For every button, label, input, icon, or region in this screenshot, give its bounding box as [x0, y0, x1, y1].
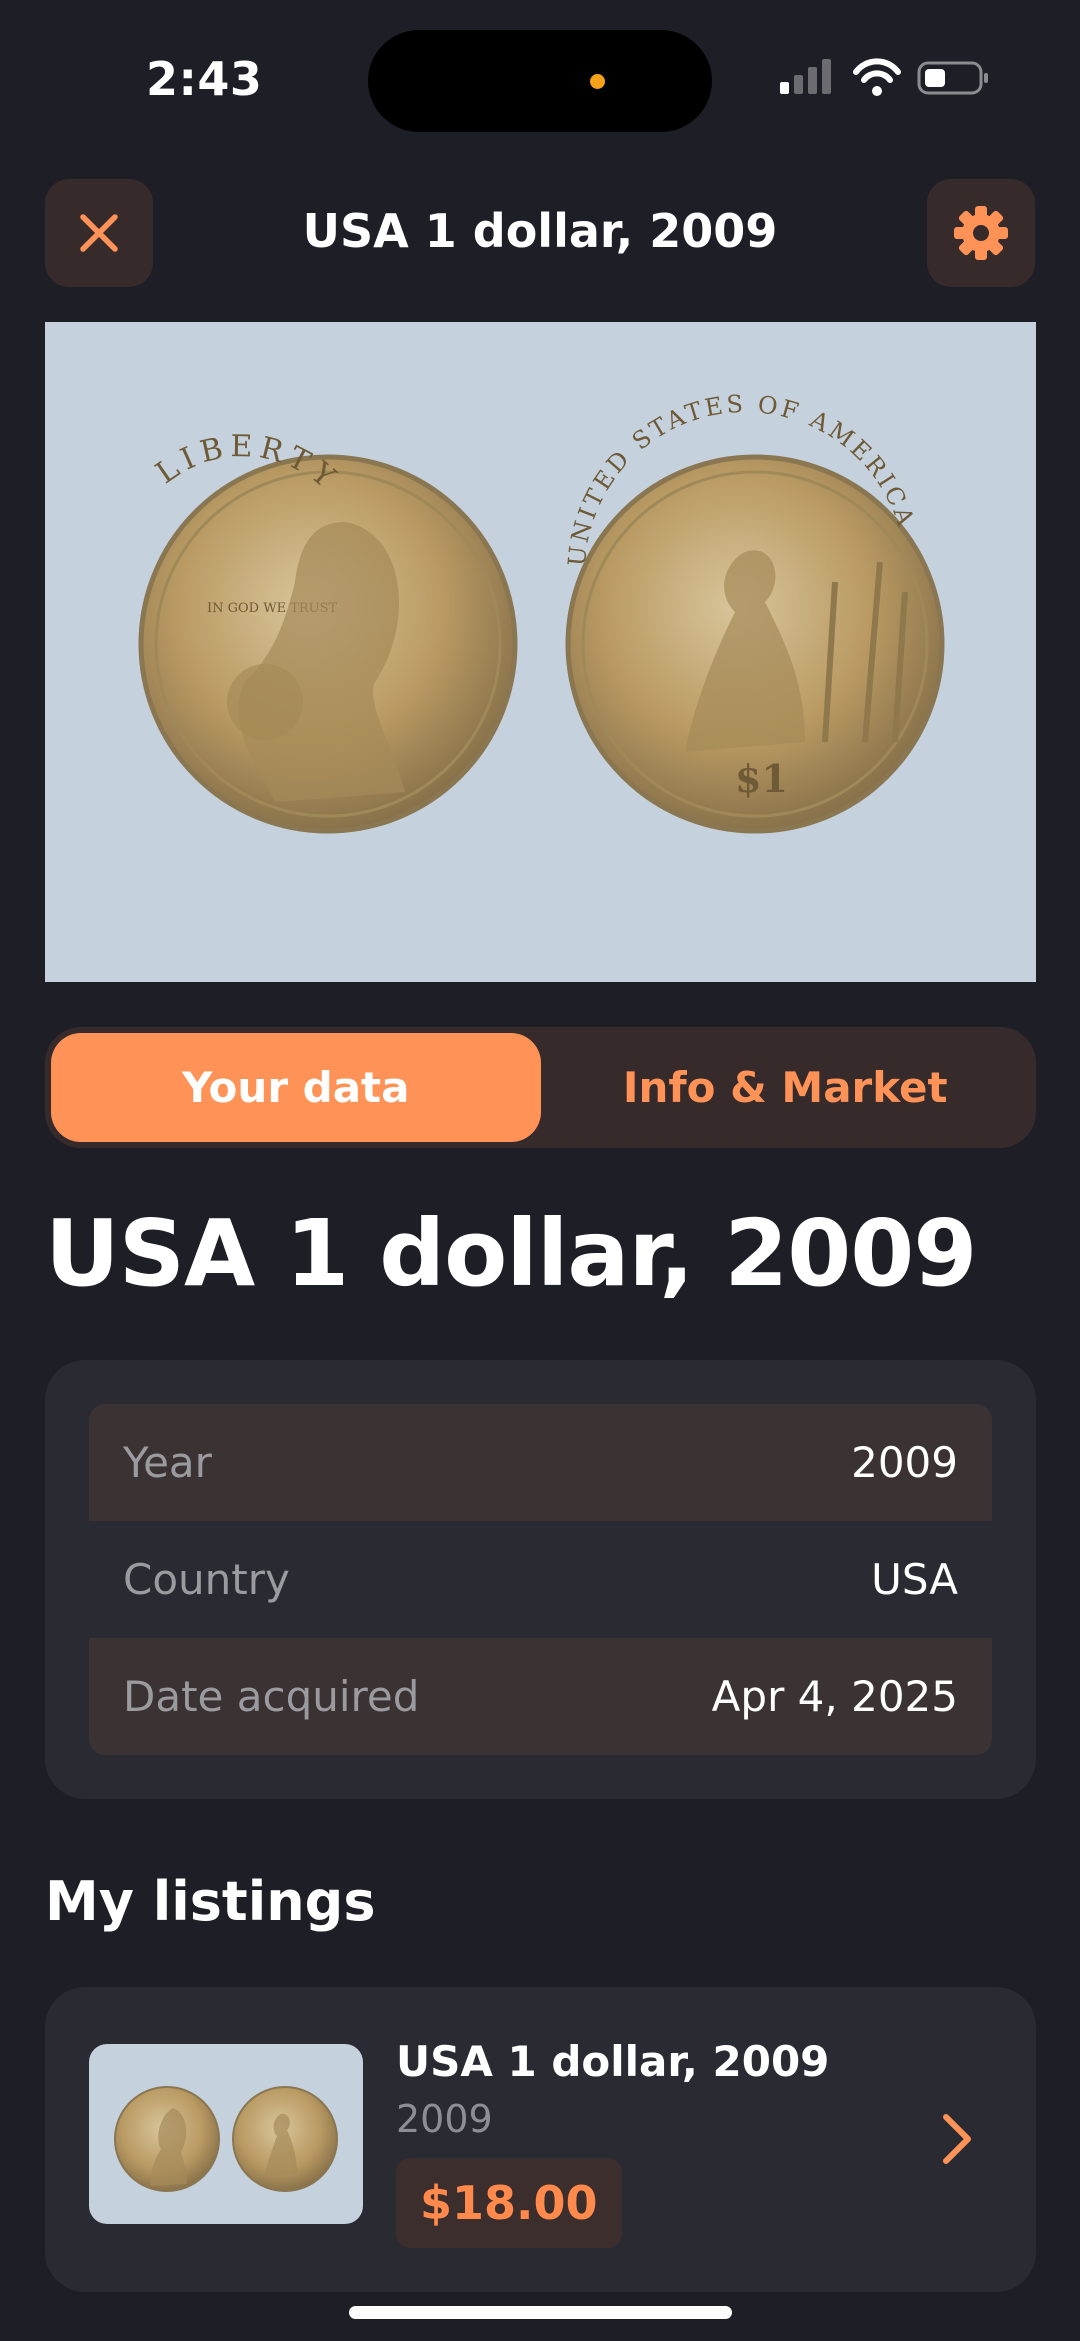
tab-your-data[interactable]: Your data — [51, 1033, 541, 1142]
coin-obverse: LIBERTY IN GOD WE TRUST — [138, 429, 518, 834]
details-card: Year 2009 Country USA Date acquired Apr … — [45, 1360, 1036, 1799]
tab-info-market[interactable]: Info & Market — [541, 1033, 1031, 1142]
tab-switcher: Your data Info & Market — [45, 1027, 1036, 1148]
status-time: 2:43 — [146, 52, 263, 106]
home-indicator[interactable] — [349, 2306, 732, 2319]
header-title: USA 1 dollar, 2009 — [302, 204, 778, 258]
battery-icon — [917, 61, 988, 95]
settings-button[interactable] — [927, 179, 1035, 287]
listing-item[interactable]: USA 1 dollar, 2009 2009 $18.00 — [45, 1987, 1036, 2292]
detail-value: USA — [871, 1555, 958, 1604]
wifi-icon — [853, 58, 901, 96]
detail-row-country: Country USA — [89, 1521, 992, 1638]
coin-photo[interactable]: LIBERTY IN GOD WE TRUST UNITED STATES OF… — [45, 322, 1036, 982]
cellular-signal-icon — [780, 59, 831, 94]
my-listings-heading: My listings — [45, 1870, 376, 1933]
listing-thumbnail — [89, 2044, 363, 2224]
reverse-denomination: $1 — [735, 756, 788, 801]
detail-label: Date acquired — [123, 1672, 420, 1721]
camera-indicator-icon — [590, 74, 605, 89]
detail-row-date-acquired: Date acquired Apr 4, 2025 — [89, 1638, 992, 1755]
coin-reverse: UNITED STATES OF AMERICA $1 — [563, 390, 945, 834]
gear-icon — [954, 206, 1008, 260]
detail-row-year: Year 2009 — [89, 1404, 992, 1521]
coin-detail-screen: 2:43 USA 1 dollar, 2009 LIBERTY IN GOD W… — [0, 0, 1080, 2341]
detail-label: Country — [123, 1555, 290, 1604]
dynamic-island — [368, 30, 712, 132]
listing-year: 2009 — [396, 2097, 493, 2141]
detail-label: Year — [123, 1438, 212, 1487]
listing-price-badge: $18.00 — [396, 2158, 622, 2248]
status-icons — [780, 58, 988, 96]
listing-title: USA 1 dollar, 2009 — [396, 2037, 830, 2086]
detail-value: 2009 — [851, 1438, 958, 1487]
chevron-right-icon — [943, 2114, 971, 2164]
detail-value: Apr 4, 2025 — [711, 1672, 958, 1721]
coin-title: USA 1 dollar, 2009 — [45, 1200, 977, 1307]
